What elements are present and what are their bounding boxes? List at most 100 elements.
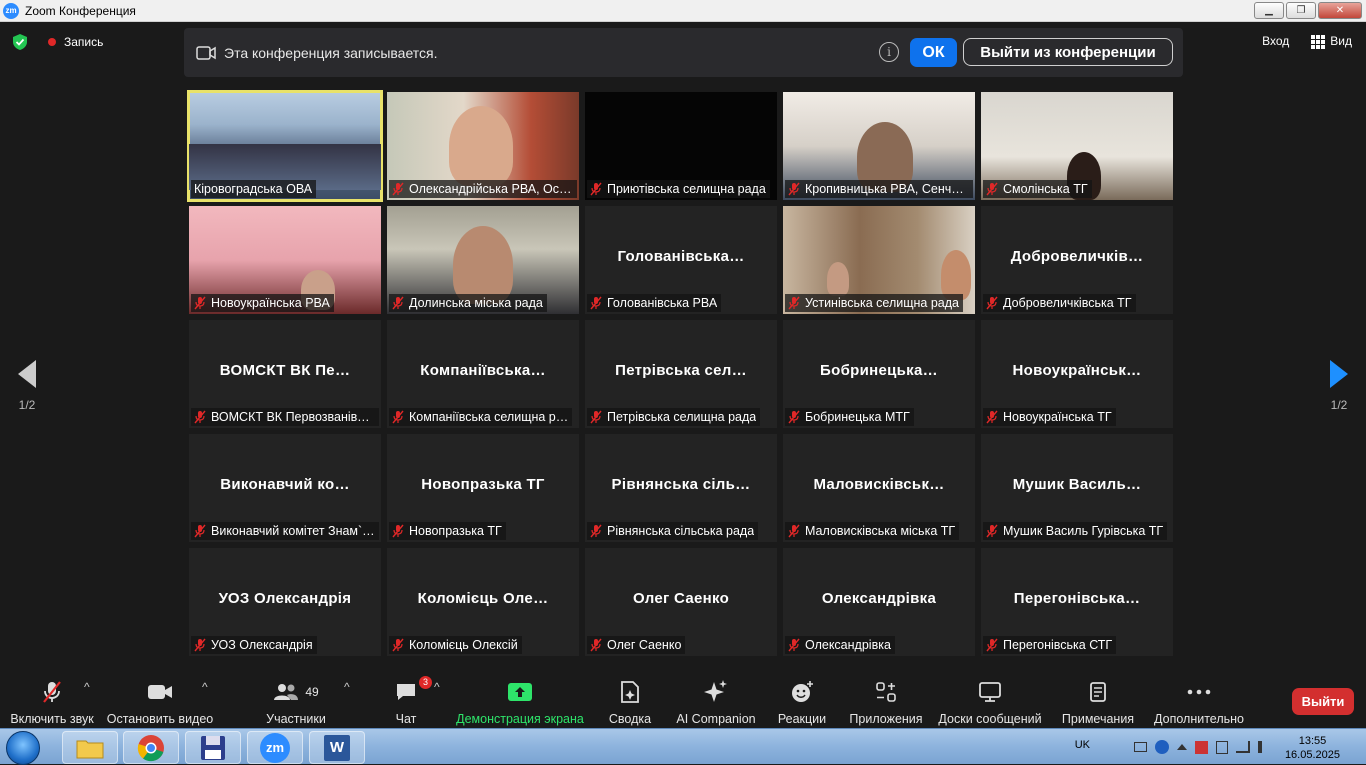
participant-tile[interactable]: ВОМСКТ ВК Пе… ВОМСКТ ВК Первозванівс… [189, 320, 381, 428]
apps-label: Приложения [849, 712, 923, 726]
participant-tile[interactable]: Смолінська ТГ [981, 92, 1173, 200]
participant-name-large: Бобринецька… [820, 362, 938, 379]
mic-muted-icon [788, 182, 800, 196]
unmute-button[interactable]: Включить звук [8, 680, 96, 726]
participant-label: Бобринецька МТГ [785, 408, 914, 426]
participant-name: Коломієць Олексій [409, 638, 518, 652]
language-indicator[interactable]: UK [1075, 739, 1090, 751]
minimize-button[interactable]: ▁ [1254, 2, 1284, 19]
close-button[interactable]: ✕ [1318, 2, 1362, 19]
participant-name: Виконавчий комітет Знам`… [211, 524, 375, 538]
start-button[interactable] [6, 731, 40, 765]
encryption-shield-icon[interactable] [12, 34, 28, 50]
participant-tile[interactable]: Маловисківськ… Маловисківська міська ТГ [783, 434, 975, 542]
participant-tile[interactable]: Олександрійська РВА, Ост… [387, 92, 579, 200]
chat-options-caret[interactable]: ^ [434, 680, 440, 694]
video-options-caret[interactable]: ^ [202, 680, 208, 694]
leave-meeting-button[interactable]: Выйти из конференции [963, 38, 1173, 66]
chrome-task[interactable] [123, 731, 179, 764]
next-page-button[interactable]: 1/2 [1330, 360, 1348, 412]
participant-tile[interactable]: Устинівська селищна рада [783, 206, 975, 314]
help-icon[interactable] [1155, 740, 1169, 754]
recording-indicator[interactable]: Запись [48, 35, 103, 49]
participant-tile[interactable]: Новоукраїнська РВА [189, 206, 381, 314]
chat-button[interactable]: 3 Чат [388, 676, 432, 726]
view-button[interactable]: Вход [1262, 34, 1289, 48]
ok-button[interactable]: ОК [910, 38, 957, 67]
zoom-app-icon: zm [3, 2, 19, 19]
participant-label: Олександрівка [785, 636, 895, 654]
action-center-icon[interactable] [1195, 740, 1208, 754]
participant-tile[interactable]: Бобринецька… Бобринецька МТГ [783, 320, 975, 428]
participant-name-large: Олександрівка [821, 590, 937, 607]
share-screen-button[interactable]: Демонстрация экрана [456, 680, 584, 726]
more-button[interactable]: Дополнительно [1152, 680, 1246, 726]
apps-button[interactable]: Приложения [848, 680, 924, 726]
participant-tile[interactable]: УОЗ Олександрія УОЗ Олександрія [189, 548, 381, 656]
mic-muted-icon [986, 182, 998, 196]
prev-page-button[interactable]: 1/2 [18, 360, 36, 412]
participant-tile[interactable]: Перегонівська… Перегонівська СТГ [981, 548, 1173, 656]
mic-muted-icon [590, 524, 602, 538]
mic-muted-icon [590, 638, 602, 652]
participant-label: Коломієць Олексій [389, 636, 522, 654]
clock[interactable]: 13:55 16.05.2025 [1285, 734, 1340, 762]
zoom-task[interactable]: zm [247, 731, 303, 764]
apps-icon [876, 682, 896, 702]
participant-name: Рівнянська сільська рада [607, 524, 755, 538]
info-icon[interactable]: i [879, 42, 899, 62]
explorer-task[interactable] [62, 731, 118, 764]
stop-video-label: Остановить видео [106, 712, 214, 726]
word-task[interactable]: W [309, 731, 365, 764]
participant-tile[interactable]: Рівнянська сіль… Рівнянська сільська рада [585, 434, 777, 542]
notes-button[interactable]: Примечания [1058, 680, 1138, 726]
participant-tile[interactable]: Добровеличків… Добровеличківська ТГ [981, 206, 1173, 314]
window-title: Zoom Конференция [25, 3, 136, 18]
participant-tile[interactable]: Голованівська… Голованівська РВА [585, 206, 777, 314]
participant-video [827, 262, 849, 296]
participant-tile[interactable]: Приютівська селищна рада [585, 92, 777, 200]
participant-tile[interactable]: Виконавчий ко… Виконавчий комітет Знам`… [189, 434, 381, 542]
participant-tile[interactable]: Кропивницька РВА, Сенче… [783, 92, 975, 200]
ai-companion-button[interactable]: AI Companion [674, 680, 758, 726]
participant-name-large: Олег Саенко [632, 590, 730, 607]
participant-label: Кропивницька РВА, Сенче… [785, 180, 973, 198]
window-titlebar: zm Zoom Конференция ▁ ❐ ✕ [0, 0, 1366, 22]
participants-button[interactable]: 49 Участники [262, 680, 330, 726]
participant-tile[interactable]: Мушик Василь… Мушик Василь Гурівська ТГ [981, 434, 1173, 542]
participant-tile[interactable]: Кіровоградська ОВА [187, 90, 383, 202]
gallery-view-button[interactable]: Вид [1311, 34, 1352, 49]
summary-button[interactable]: Сводка [604, 680, 656, 726]
participant-name: Кіровоградська ОВА [194, 182, 313, 196]
participant-tile[interactable]: Новоукраїнськ… Новоукраїнська ТГ [981, 320, 1173, 428]
participants-options-caret[interactable]: ^ [344, 680, 350, 694]
restore-button[interactable]: ❐ [1286, 2, 1316, 19]
stop-video-button[interactable]: Остановить видео [106, 680, 214, 726]
participant-name: Новоукраїнська ТГ [1003, 410, 1112, 424]
participant-tile[interactable]: Компаніївська… Компаніївська селищна р… [387, 320, 579, 428]
mic-muted-icon [194, 296, 206, 310]
storage-task[interactable] [185, 731, 241, 764]
participant-tile[interactable]: Коломієць Оле… Коломієць Олексій [387, 548, 579, 656]
participant-name: Долинська міська рада [409, 296, 543, 310]
participant-tile[interactable]: Долинська міська рада [387, 206, 579, 314]
power-icon[interactable] [1216, 740, 1228, 754]
participant-tile[interactable]: Олександрівка Олександрівка [783, 548, 975, 656]
reactions-button[interactable]: Реакции [776, 680, 828, 726]
whiteboards-button[interactable]: Доски сообщений [938, 680, 1042, 726]
participant-name: УОЗ Олександрія [211, 638, 313, 652]
show-hidden-icons[interactable] [1177, 744, 1187, 750]
participant-name-large: Виконавчий ко… [220, 476, 350, 493]
exit-button[interactable]: Выйти [1292, 688, 1354, 715]
participant-tile[interactable]: Олег Саенко Олег Саенко [585, 548, 777, 656]
whiteboard-icon [979, 682, 1001, 702]
participant-name: Перегонівська СТГ [1003, 638, 1113, 652]
participant-tile[interactable]: Петрівська сел… Петрівська селищна рада [585, 320, 777, 428]
audio-options-caret[interactable]: ^ [84, 680, 90, 694]
participant-name: ВОМСКТ ВК Первозванівс… [211, 410, 375, 424]
reactions-label: Реакции [777, 712, 827, 726]
network-icon[interactable] [1236, 741, 1250, 753]
keyboard-icon[interactable] [1134, 742, 1147, 752]
participant-tile[interactable]: Новопразька ТГ Новопразька ТГ [387, 434, 579, 542]
volume-icon[interactable] [1258, 741, 1270, 753]
